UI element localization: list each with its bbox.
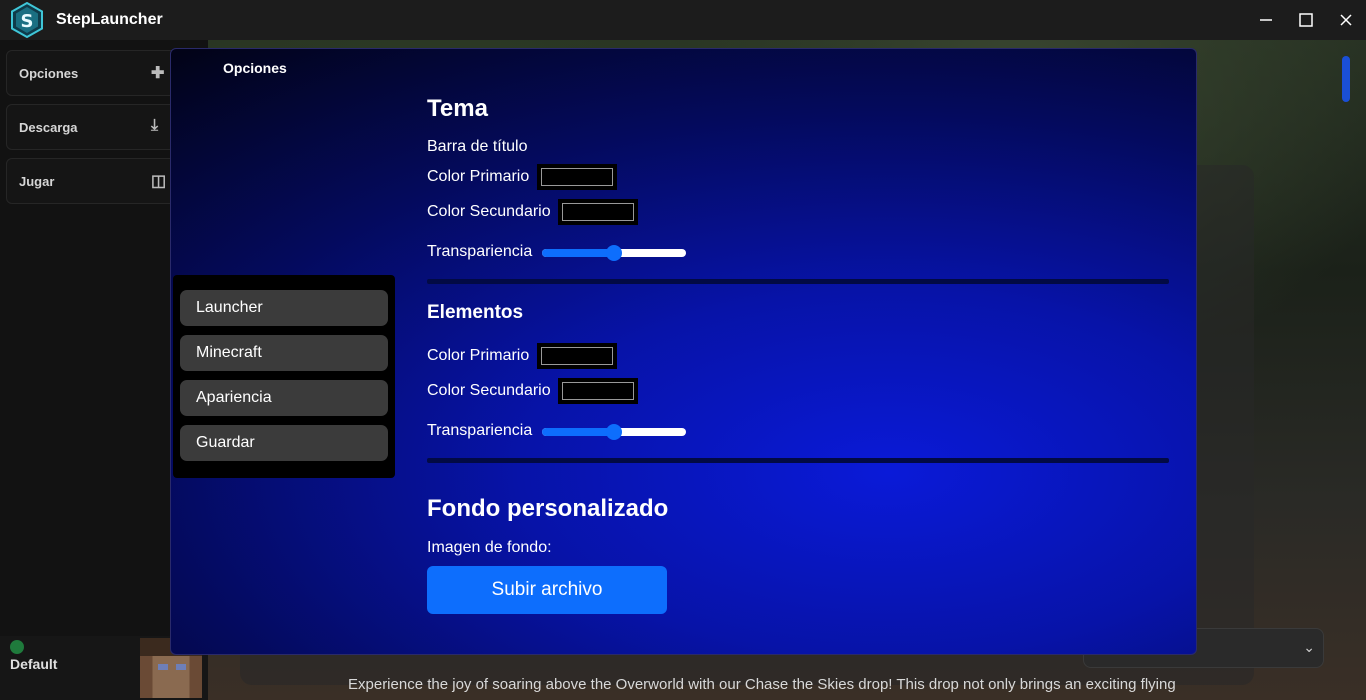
options-content: Tema Barra de título Color Primario Colo…: [427, 49, 1169, 654]
divider: [427, 458, 1169, 463]
divider: [427, 279, 1169, 284]
menu-item-label: Apariencia: [196, 389, 272, 406]
menu-item-guardar[interactable]: Guardar: [180, 425, 388, 461]
tema-primary-label: Color Primario: [427, 168, 530, 185]
steplauncher-logo-icon: S: [11, 2, 43, 38]
menu-item-apariencia[interactable]: Apariencia: [180, 380, 388, 416]
elementos-primary-label: Color Primario: [427, 347, 530, 364]
elementos-secondary-color-input[interactable]: [558, 378, 638, 404]
tema-transparency-label: Transpariencia: [427, 243, 533, 260]
tema-secondary-label: Color Secundario: [427, 203, 551, 220]
menu-item-minecraft[interactable]: Minecraft: [180, 335, 388, 371]
close-button[interactable]: [1326, 0, 1366, 40]
gamepad-icon: ◫: [151, 173, 167, 190]
elementos-secondary-label: Color Secundario: [427, 382, 551, 399]
menu-item-label: Minecraft: [196, 344, 262, 361]
elementos-primary-color-input[interactable]: [537, 343, 617, 369]
scrollbar[interactable]: [1342, 56, 1350, 102]
tema-heading: Tema: [427, 95, 488, 122]
elementos-transparency-label: Transpariencia: [427, 422, 533, 439]
menu-item-launcher[interactable]: Launcher: [180, 290, 388, 326]
titlebar-subheading: Barra de título: [427, 138, 528, 155]
maximize-icon: [1299, 13, 1313, 27]
sidebar-item-label: Jugar: [19, 173, 55, 189]
elementos-heading: Elementos: [427, 302, 524, 323]
sidebar-item-label: Descarga: [19, 119, 78, 135]
background-image-label: Imagen de fondo:: [427, 539, 552, 556]
close-icon: [1340, 14, 1352, 26]
upload-file-button[interactable]: Subir archivo: [427, 566, 667, 614]
minimize-icon: [1260, 19, 1272, 21]
status-indicator: [10, 640, 24, 654]
tema-primary-color-input[interactable]: [537, 164, 617, 190]
title-bar: S StepLauncher: [0, 0, 1366, 40]
menu-item-label: Guardar: [196, 434, 255, 451]
fondo-heading: Fondo personalizado: [427, 495, 669, 522]
tema-transparency-slider[interactable]: [542, 245, 686, 261]
elementos-transparency-slider[interactable]: [542, 424, 686, 440]
download-icon: ⤓: [151, 117, 159, 134]
options-menu: Launcher Minecraft Apariencia Guardar: [173, 275, 395, 478]
options-modal: Opciones Launcher Minecraft Apariencia G…: [170, 48, 1197, 655]
tema-secondary-color-input[interactable]: [558, 199, 638, 225]
puzzle-icon: ✚: [151, 65, 165, 82]
profile-name: Default: [10, 656, 58, 672]
window-controls: [1246, 0, 1366, 40]
chevron-down-icon: ⌄: [1303, 639, 1315, 655]
app-title: StepLauncher: [56, 11, 163, 28]
maximize-button[interactable]: [1286, 0, 1326, 40]
news-description: Experience the joy of soaring above the …: [348, 676, 1176, 693]
menu-item-label: Launcher: [196, 299, 263, 316]
svg-text:S: S: [21, 11, 34, 32]
modal-title: Opciones: [223, 60, 287, 76]
sidebar-item-label: Opciones: [19, 65, 79, 81]
minimize-button[interactable]: [1246, 0, 1286, 40]
